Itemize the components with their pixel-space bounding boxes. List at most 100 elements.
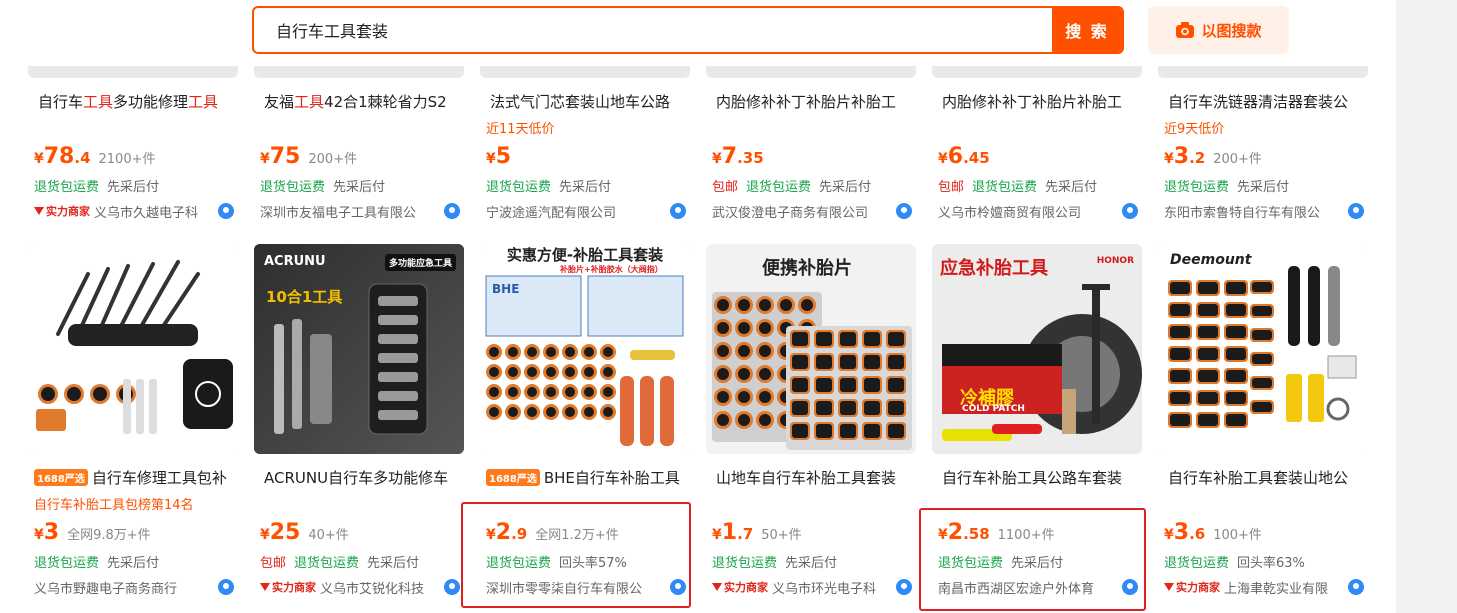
search-button[interactable]: 搜 索 bbox=[1052, 8, 1122, 52]
service-tags: 退货包运费 先采后付 bbox=[486, 176, 611, 195]
currency-symbol: ¥ bbox=[1164, 527, 1174, 543]
service-tag: 回头率57% bbox=[559, 556, 627, 571]
product-title[interactable]: 1688严选 BHE自行车补胎工具 bbox=[486, 466, 686, 488]
chat-icon[interactable] bbox=[1122, 203, 1138, 219]
product-title[interactable]: 自行车洗链器清洁器套装公 bbox=[1168, 90, 1368, 112]
product-card[interactable]: 内胎修补补丁补胎片补胎工 ¥7.35 包邮 退货包运费 先采后付 武汉俊澄电子商务有限公司 bbox=[706, 0, 916, 226]
title-part: 工具 bbox=[83, 92, 114, 111]
search-input[interactable] bbox=[254, 8, 1054, 52]
merchant-badge-label: 实力商家 bbox=[1176, 581, 1220, 594]
price-decimal: .35 bbox=[737, 149, 764, 167]
chat-icon[interactable] bbox=[1348, 579, 1364, 595]
product-card[interactable]: 便携补胎片 山地车自行车补胎工具套装 ¥1.7 50+件 退货包运费 先采后付 实力商家 义乌… bbox=[706, 244, 916, 609]
ranking-label[interactable]: 自行车补胎工具包榜第14名 bbox=[34, 494, 194, 513]
service-tags: 退货包运费 先采后付 bbox=[938, 552, 1063, 571]
currency-symbol: ¥ bbox=[712, 151, 722, 167]
product-title[interactable]: 内胎修补补丁补胎片补胎工 bbox=[942, 90, 1142, 112]
product-image[interactable]: Deemount bbox=[1158, 244, 1368, 454]
box-brand: BHE bbox=[492, 282, 520, 296]
shop-name[interactable]: 宁波途遥汽配有限公司 bbox=[486, 201, 688, 221]
chat-icon[interactable] bbox=[218, 579, 234, 595]
price-decimal: .45 bbox=[963, 149, 990, 167]
banner-subtext: 补胎片+补胎胶水（大阀指） bbox=[560, 265, 663, 274]
merchant-badge-label: 实力商家 bbox=[724, 581, 768, 594]
price-trend-label: 近9天低价 bbox=[1164, 122, 1225, 137]
product-title[interactable]: 自行车补胎工具套装山地公 bbox=[1168, 466, 1368, 488]
shop-label: 武汉俊澄电子商务有限公司 bbox=[712, 205, 869, 221]
product-title[interactable]: 友福 工具 42合1棘轮省力S2 bbox=[264, 90, 464, 112]
shop-name[interactable]: 实力商家 义乌市环光电子科 bbox=[712, 577, 914, 597]
shop-label: 深圳市友福电子工具有限公 bbox=[260, 205, 417, 221]
banner-text: 实惠方便-补胎工具套装 bbox=[506, 246, 664, 264]
shop-name[interactable]: 南昌市西湖区宏途户外体育 bbox=[938, 577, 1140, 597]
shop-name[interactable]: 义乌市野趣电子商务商行 bbox=[34, 577, 236, 597]
product-title[interactable]: 1688严选 自行车修理工具包补 bbox=[34, 466, 234, 488]
cold-patch-en: COLD PATCH bbox=[962, 404, 1025, 414]
chat-icon[interactable] bbox=[1122, 579, 1138, 595]
merchant-icon bbox=[1164, 583, 1174, 591]
free-shipping-tag: 包邮 bbox=[260, 556, 287, 571]
return-tag: 退货包运费 bbox=[34, 180, 100, 195]
shop-name[interactable]: 深圳市零零柒自行车有限公 bbox=[486, 577, 688, 597]
shop-name[interactable]: 深圳市友福电子工具有限公 bbox=[260, 201, 462, 221]
merchant-icon bbox=[712, 583, 722, 591]
product-title[interactable]: 自行车 工具 多功能修理 工具 bbox=[38, 90, 238, 112]
product-title[interactable]: 法式气门芯套装山地车公路 bbox=[490, 90, 690, 112]
brand-logo: Deemount bbox=[1170, 252, 1252, 268]
banner-text: 便携补胎片 bbox=[762, 258, 852, 279]
shop-name[interactable]: 义乌市柃嬗商贸有限公司 bbox=[938, 201, 1140, 221]
product-card[interactable]: 自行车 工具 多功能修理 工具 ¥78.4 2100+件 退货包运费 先采后付 实力商家 义乌市久… bbox=[28, 0, 238, 226]
shop-name[interactable]: 实力商家 上海聿乾实业有限 bbox=[1164, 577, 1366, 597]
strict-selection-badge: 1688严选 bbox=[486, 468, 540, 486]
shop-name[interactable]: 实力商家 义乌市艾锐化科技 bbox=[260, 577, 462, 597]
title-text: ACRUNU自行车多功能修车 bbox=[264, 468, 449, 487]
product-image[interactable]: ACRUNU 多功能应急工具 10合1工具 bbox=[254, 244, 464, 454]
chat-icon[interactable] bbox=[1348, 203, 1364, 219]
sales-count: 1100+件 bbox=[997, 528, 1055, 543]
search-header: 搜 索 以图搜款 bbox=[0, 0, 1396, 66]
chat-icon[interactable] bbox=[896, 203, 912, 219]
product-card[interactable]: 友福 工具 42合1棘轮省力S2 ¥75 200+件 退货包运费 先采后付 深圳市友福电子工具… bbox=[254, 0, 464, 226]
product-card[interactable]: 1688严选 自行车修理工具包补 自行车补胎工具包榜第14名 ¥3 全网9.8万+件 退货… bbox=[28, 244, 238, 609]
product-card[interactable]: 应急补胎工具 HONOR 冷補膠 COLD PATCH 自行车补胎工具公路车套装 ¥… bbox=[932, 244, 1142, 609]
service-tag: 先采后付 bbox=[107, 556, 160, 571]
merchant-icon bbox=[34, 207, 44, 215]
product-card[interactable]: 内胎修补补丁补胎片补胎工 ¥6.45 包邮 退货包运费 先采后付 义乌市柃嬗商贸有限公司 bbox=[932, 0, 1142, 226]
price-decimal: .58 bbox=[963, 525, 990, 543]
chat-icon[interactable] bbox=[444, 579, 460, 595]
brand-text: ACRUNU bbox=[264, 254, 326, 269]
shop-name[interactable]: 实力商家 义乌市久越电子科 bbox=[34, 201, 236, 221]
chat-icon[interactable] bbox=[218, 203, 234, 219]
service-tags: 退货包运费 先采后付 bbox=[34, 552, 160, 571]
service-tags: 包邮 退货包运费 先采后付 bbox=[938, 176, 1097, 195]
product-card[interactable]: 自行车洗链器清洁器套装公 近9天低价 ¥3.2 200+件 退货包运费 先采后付 东阳市索鲁… bbox=[1158, 0, 1368, 226]
power-merchant-badge: 实力商家 bbox=[712, 579, 768, 595]
product-image[interactable]: 便携补胎片 bbox=[706, 244, 916, 454]
chat-icon[interactable] bbox=[444, 203, 460, 219]
product-card[interactable]: 实惠方便-补胎工具套装 补胎片+补胎胶水（大阀指） BHE 1688严选 BHE自行… bbox=[480, 244, 690, 609]
return-tag: 退货包运费 bbox=[972, 180, 1038, 195]
chat-icon[interactable] bbox=[896, 579, 912, 595]
return-tag: 退货包运费 bbox=[260, 180, 326, 195]
price-row: ¥75 200+件 bbox=[260, 144, 357, 169]
product-title[interactable]: 内胎修补补丁补胎片补胎工 bbox=[716, 90, 916, 112]
image-search-button[interactable]: 以图搜款 bbox=[1148, 6, 1289, 54]
service-tag: 回头率63% bbox=[1237, 556, 1305, 571]
product-title[interactable]: ACRUNU自行车多功能修车 bbox=[264, 466, 464, 488]
product-card[interactable]: 法式气门芯套装山地车公路 近11天低价 ¥5 退货包运费 先采后付 宁波途遥汽配有限公司 bbox=[480, 0, 690, 226]
title-text: 自行车修理工具包补 bbox=[91, 468, 227, 487]
product-card[interactable]: Deemount 自行车补胎工具套装山地公 ¥3.6 100+件 退货包运费 回头率63%… bbox=[1158, 244, 1368, 609]
sales-count: 200+件 bbox=[1213, 152, 1262, 167]
chat-icon[interactable] bbox=[670, 203, 686, 219]
product-title[interactable]: 山地车自行车补胎工具套装 bbox=[716, 466, 916, 488]
chat-icon[interactable] bbox=[670, 579, 686, 595]
product-card[interactable]: ACRUNU 多功能应急工具 10合1工具 ACRUNU自行车多功能修车 ¥25 40… bbox=[254, 244, 464, 609]
product-image[interactable] bbox=[28, 244, 238, 454]
shop-label: 东阳市索鲁特自行车有限公 bbox=[1164, 205, 1321, 221]
merchant-badge-label: 实力商家 bbox=[272, 581, 316, 594]
shop-name[interactable]: 武汉俊澄电子商务有限公司 bbox=[712, 201, 914, 221]
product-image[interactable]: 应急补胎工具 HONOR 冷補膠 COLD PATCH bbox=[932, 244, 1142, 454]
product-image[interactable]: 实惠方便-补胎工具套装 补胎片+补胎胶水（大阀指） BHE bbox=[480, 244, 690, 454]
product-title[interactable]: 自行车补胎工具公路车套装 bbox=[942, 466, 1142, 488]
shop-name[interactable]: 东阳市索鲁特自行车有限公 bbox=[1164, 201, 1366, 221]
